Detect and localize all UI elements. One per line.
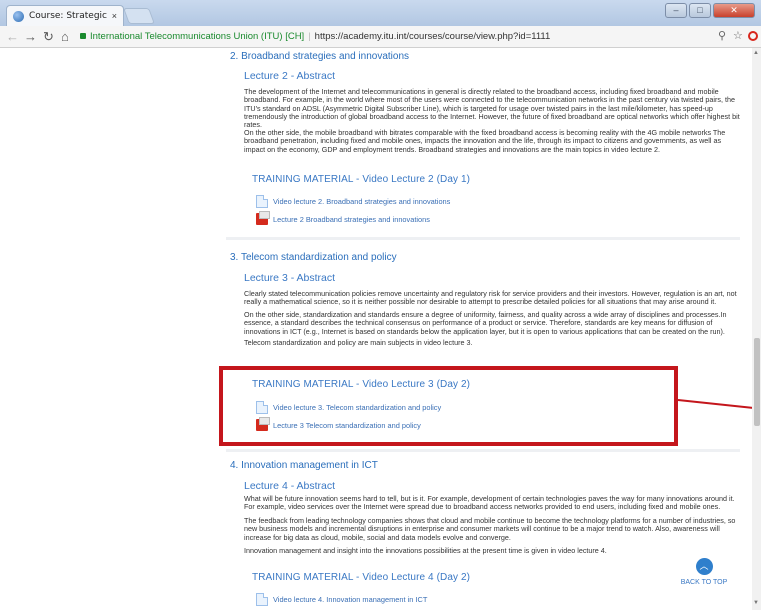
back-arrow-icon[interactable]: ← [6,29,19,45]
url-text: https://academy.itu.int/courses/course/v… [314,31,551,42]
tab-title: Course: Strategic Aspects [29,11,110,21]
scrollbar-track[interactable] [752,48,761,610]
highlight-annotation-box [219,366,678,446]
abstract-title: Lecture 3 - Abstract [244,272,336,284]
close-window-button[interactable]: ✕ [713,3,755,18]
abstract-paragraph: Telecom standardization and policy are m… [244,338,473,347]
browser-tab[interactable]: Course: Strategic Aspects × [6,5,124,26]
forward-arrow-icon[interactable]: → [24,29,37,45]
abstract-paragraph: What will be future innovation seems har… [244,494,735,512]
callout-line [677,399,753,409]
bookmark-star-icon[interactable]: ☆ [733,29,743,42]
scroll-up-arrow-icon[interactable]: ▲ [753,50,759,56]
window-titlebar: Course: Strategic Aspects × – □ ✕ [0,0,761,26]
reload-icon[interactable]: ↻ [43,29,54,45]
zoom-icon[interactable]: ⚲ [718,29,726,42]
chevron-up-icon: ︿ [695,558,713,575]
video-file-icon [256,194,268,208]
browser-toolbar: ← → ↻ ⌂ International Telecommunications… [0,26,761,48]
address-bar[interactable]: International Telecommunications Union (… [80,28,730,46]
back-to-top-label: BACK TO TOP [680,579,728,586]
scrollbar-thumb[interactable] [754,338,760,426]
section-divider [226,237,740,240]
new-tab-button[interactable] [123,8,155,24]
abstract-paragraph: Innovation management and insight into t… [244,546,607,555]
resource-link[interactable]: Video lecture 4. Innovation management i… [256,592,427,606]
video-file-icon [256,592,268,606]
back-to-top-button[interactable]: ︿ BACK TO TOP [679,558,729,586]
abstract-paragraph: On the other side, standardization and s… [244,310,727,336]
secure-org-label: International Telecommunications Union (… [90,31,305,42]
training-material-title: TRAINING MATERIAL - Video Lecture 4 (Day… [252,572,471,583]
pdf-file-icon [256,211,270,225]
section-title[interactable]: 3. Telecom standardization and policy [230,252,397,263]
tab-close-icon[interactable]: × [112,11,117,21]
page-content: 2. Broadband strategies and innovations … [0,48,761,610]
maximize-button[interactable]: □ [689,3,711,18]
section-title[interactable]: 2. Broadband strategies and innovations [230,51,409,62]
abstract-title: Lecture 2 - Abstract [244,70,336,82]
abstract-paragraph: Clearly stated telecommunication policie… [244,289,737,307]
section-title[interactable]: 4. Innovation management in ICT [230,460,378,471]
resource-label[interactable]: Lecture 2 Broadband strategies and innov… [273,215,430,224]
minimize-button[interactable]: – [665,3,687,18]
abstract-paragraph: The feedback from leading technology com… [244,516,736,542]
resource-label[interactable]: Video lecture 2. Broadband strategies an… [273,197,450,206]
lock-icon [80,33,86,39]
section-divider [226,449,740,452]
resource-link[interactable]: Lecture 2 Broadband strategies and innov… [256,211,430,226]
abstract-paragraph: On the other side, the mobile broadband … [244,128,726,154]
abstract-paragraph: The development of the Internet and tele… [244,87,740,130]
training-material-title: TRAINING MATERIAL - Video Lecture 2 (Day… [252,174,471,185]
home-icon[interactable]: ⌂ [61,29,69,45]
opera-menu-icon[interactable] [748,31,758,41]
resource-link[interactable]: Video lecture 2. Broadband strategies an… [256,194,450,208]
scroll-down-arrow-icon[interactable]: ▼ [753,600,759,606]
url-separator: | [308,31,311,42]
itu-favicon-icon [13,10,24,22]
abstract-title: Lecture 4 - Abstract [244,480,336,492]
resource-label[interactable]: Video lecture 4. Innovation management i… [273,595,427,604]
